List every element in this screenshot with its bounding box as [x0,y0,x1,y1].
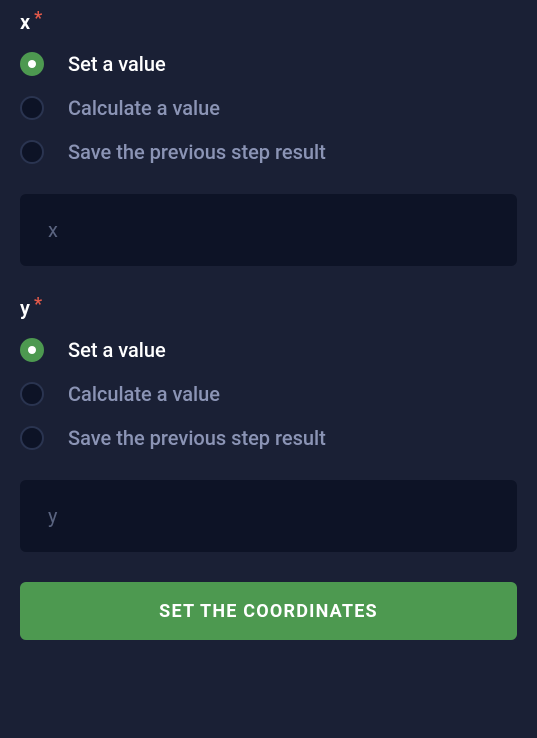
required-asterisk-icon: * [34,10,42,28]
radio-icon [20,338,44,362]
field-label-x: x * [20,10,517,34]
radio-group-y: Set a value Calculate a value Save the p… [20,338,517,450]
radio-label: Save the previous step result [68,140,326,164]
field-group-y: y * Set a value Calculate a value Save t… [20,296,517,552]
radio-option-x-save[interactable]: Save the previous step result [20,140,517,164]
label-text-y: y [20,296,30,320]
radio-icon [20,96,44,120]
radio-option-y-save[interactable]: Save the previous step result [20,426,517,450]
x-value-input[interactable] [20,194,517,266]
radio-icon [20,382,44,406]
field-label-y: y * [20,296,517,320]
radio-option-x-calculate[interactable]: Calculate a value [20,96,517,120]
radio-label: Save the previous step result [68,426,326,450]
set-coordinates-button[interactable]: SET THE COORDINATES [20,582,517,640]
radio-option-y-calculate[interactable]: Calculate a value [20,382,517,406]
radio-option-x-set[interactable]: Set a value [20,52,517,76]
y-value-input[interactable] [20,480,517,552]
radio-group-x: Set a value Calculate a value Save the p… [20,52,517,164]
radio-icon [20,52,44,76]
radio-label: Set a value [68,338,166,362]
radio-label: Calculate a value [68,382,220,406]
label-text-x: x [20,10,30,34]
field-group-x: x * Set a value Calculate a value Save t… [20,10,517,266]
radio-label: Calculate a value [68,96,220,120]
radio-option-y-set[interactable]: Set a value [20,338,517,362]
radio-icon [20,140,44,164]
radio-icon [20,426,44,450]
radio-label: Set a value [68,52,166,76]
required-asterisk-icon: * [34,296,42,314]
